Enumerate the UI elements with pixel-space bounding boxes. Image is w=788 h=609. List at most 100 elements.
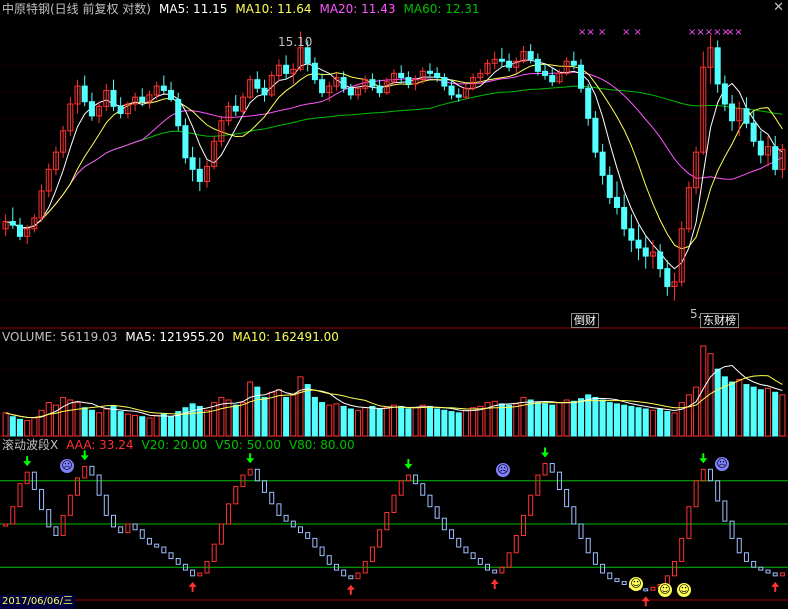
volume-bar bbox=[434, 408, 441, 437]
volume-bar bbox=[88, 409, 95, 437]
indicator-bar bbox=[549, 463, 555, 473]
volume-ma5-line bbox=[5, 364, 783, 419]
indicator-bar bbox=[751, 560, 757, 568]
indicator-bar bbox=[607, 572, 613, 580]
candle-body bbox=[498, 58, 505, 62]
candle-body bbox=[117, 105, 124, 114]
candle-body bbox=[110, 89, 117, 107]
indicator-bar bbox=[492, 569, 498, 574]
volume-bar bbox=[132, 414, 139, 437]
indicator-bar bbox=[614, 578, 620, 583]
buy-arrow-icon bbox=[188, 581, 197, 592]
volume-bar bbox=[60, 396, 67, 437]
tag-label[interactable]: 倒财 bbox=[571, 313, 599, 328]
indicator-bar bbox=[226, 503, 232, 525]
candle-body bbox=[642, 247, 649, 257]
volume-bar bbox=[153, 414, 160, 437]
ma60-label: MA60: 12.31 bbox=[403, 2, 480, 16]
candle-body bbox=[635, 239, 642, 249]
volume-bar bbox=[268, 391, 275, 437]
indicator-bar bbox=[348, 575, 354, 580]
candle-body bbox=[182, 125, 189, 159]
indicator-bar bbox=[53, 526, 59, 537]
volume-bar bbox=[182, 407, 189, 437]
volume-bar bbox=[606, 402, 613, 437]
candle-body bbox=[628, 228, 635, 241]
candle-body bbox=[542, 70, 549, 76]
indicator-bar bbox=[585, 537, 591, 554]
close-icon[interactable]: ✕ bbox=[773, 0, 784, 15]
volume-bar bbox=[506, 404, 513, 437]
indicator-v50-label: V50: 50.00 bbox=[215, 438, 281, 452]
candle-body bbox=[613, 196, 620, 208]
chart-canvas[interactable] bbox=[0, 0, 788, 607]
volume-bar bbox=[455, 412, 462, 437]
volume-bar bbox=[577, 398, 585, 437]
volume-bar bbox=[2, 412, 9, 437]
volume-bar bbox=[110, 405, 117, 437]
volume-bar bbox=[38, 409, 45, 437]
volume-bar bbox=[513, 403, 520, 437]
indicator-bar bbox=[154, 543, 160, 548]
volume-bar bbox=[124, 413, 131, 437]
indicator-bar bbox=[10, 506, 16, 525]
volume-bar bbox=[671, 412, 678, 437]
candle-body bbox=[750, 122, 757, 142]
chart-title: 中原特钢(日线 前复权 对数) bbox=[2, 2, 151, 16]
sell-arrow-icon bbox=[541, 447, 550, 458]
volume-bar bbox=[196, 405, 203, 437]
candle-body bbox=[261, 87, 268, 96]
volume-bar bbox=[45, 402, 52, 437]
volume-bar bbox=[556, 402, 563, 437]
indicator-bar bbox=[679, 537, 685, 562]
indicator-bar bbox=[254, 468, 260, 482]
price-panel bbox=[2, 31, 786, 301]
volume-bar bbox=[254, 386, 261, 437]
volume-bar bbox=[477, 405, 484, 437]
volume-bar bbox=[642, 408, 649, 437]
volume-ma5-label: MA5: 121955.20 bbox=[125, 330, 225, 344]
candle-body bbox=[585, 87, 592, 119]
indicator-bar bbox=[326, 555, 332, 565]
candle-body bbox=[534, 58, 541, 72]
volume-bar bbox=[772, 391, 779, 437]
volume-bar bbox=[168, 416, 175, 437]
candle-body bbox=[376, 85, 383, 94]
candle-body bbox=[405, 77, 412, 85]
volume-bar bbox=[736, 378, 743, 437]
indicator-bar bbox=[643, 588, 649, 592]
candle-body bbox=[606, 174, 613, 198]
volume-bar bbox=[412, 407, 419, 437]
candle-body bbox=[168, 89, 175, 100]
indicator-bar bbox=[319, 546, 325, 557]
volume-bar bbox=[239, 402, 246, 437]
volume-bar bbox=[275, 389, 282, 437]
indicator-bar bbox=[110, 514, 116, 528]
indicator-bar bbox=[341, 569, 347, 577]
tag-label[interactable]: 东财榜 bbox=[700, 313, 739, 328]
volume-bar bbox=[520, 396, 527, 437]
indicator-aaa-label: AAA: 33.24 bbox=[66, 438, 134, 452]
candle-body bbox=[592, 117, 599, 153]
candle-body bbox=[455, 94, 462, 98]
candle-body bbox=[729, 103, 736, 122]
volume-bar bbox=[103, 408, 110, 437]
indicator-bar bbox=[686, 506, 692, 539]
indicator-bar bbox=[672, 560, 678, 577]
candle-body bbox=[714, 47, 721, 85]
indicator-bar bbox=[542, 463, 548, 476]
sad-face-icon: ☹ bbox=[60, 459, 74, 473]
candle-body bbox=[369, 79, 376, 87]
indicator-bar bbox=[535, 474, 541, 496]
candle-body bbox=[527, 51, 534, 60]
indicator-bar bbox=[118, 526, 124, 534]
indicator-bar bbox=[571, 506, 577, 525]
volume-bar bbox=[74, 402, 81, 437]
volume-panel bbox=[2, 345, 786, 437]
volume-bar bbox=[96, 412, 103, 437]
candle-body bbox=[311, 62, 318, 81]
indicator-bar bbox=[139, 529, 145, 539]
volume-bar bbox=[534, 402, 541, 437]
volume-bar bbox=[326, 404, 333, 437]
indicator-bar bbox=[420, 483, 426, 496]
